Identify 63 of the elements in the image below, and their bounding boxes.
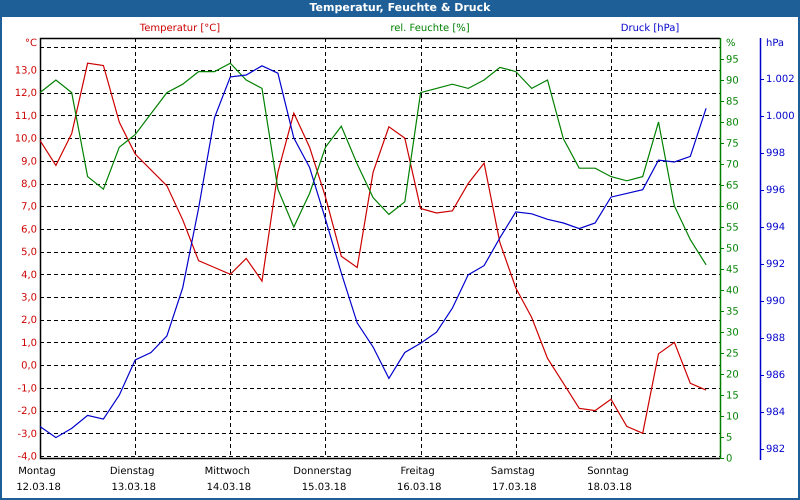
tick-label: 3,0 (21, 292, 37, 304)
tick-label: 30 (726, 328, 739, 338)
tick-label: 35 (726, 306, 739, 318)
day-label: Mittwoch 14.03.18 (204, 466, 252, 493)
axis-title: rel. Feuchte [%] (390, 23, 470, 34)
tick-label: 13,0 (14, 66, 37, 76)
tick-label: 1,0 (21, 338, 37, 349)
tick-label: 80 (726, 118, 739, 128)
axis-unit: % (726, 38, 736, 49)
tick-label: 90 (726, 76, 739, 86)
tick-label: 0 (726, 454, 732, 464)
tick-label: -2,0 (17, 406, 37, 418)
tick-label: 4,0 (21, 270, 37, 281)
tick-label: 95 (726, 54, 739, 66)
axis-unit: hPa (766, 38, 784, 49)
tick-label: 25 (726, 348, 739, 360)
axis-title: Temperatur [°C] (140, 23, 220, 34)
tick-label: 996 (766, 185, 786, 196)
tick-label: 994 (766, 222, 786, 234)
tick-label: 75 (726, 138, 739, 150)
tick-label: 992 (766, 259, 786, 270)
tick-label: -3,0 (17, 428, 37, 440)
day-label: Samstag 17.03.18 (490, 466, 537, 493)
tick-label: 85 (726, 96, 739, 108)
tick-label: 988 (766, 333, 786, 344)
tick-label: 8,0 (21, 179, 37, 190)
tick-label: 2,0 (21, 315, 37, 326)
tick-label: 60 (726, 202, 739, 212)
tick-label: 5,0 (21, 247, 37, 258)
tick-label: 998 (766, 148, 786, 160)
tick-label: 984 (766, 407, 786, 418)
tick-label: 9,0 (21, 156, 37, 168)
tick-label: 12,0 (14, 88, 37, 100)
tick-label: 10 (726, 412, 739, 422)
day-label: Montag 12.03.18 (16, 466, 61, 493)
axis-unit: °C (25, 38, 37, 49)
tick-label: 15 (726, 390, 739, 402)
tick-label: 5 (726, 432, 732, 444)
day-label: Donnerstag 15.03.18 (293, 466, 352, 493)
tick-label: 7,0 (21, 202, 37, 213)
tick-label: 982 (766, 444, 786, 456)
tick-label: 1.002 (766, 74, 795, 86)
tick-label: 65 (726, 180, 739, 192)
day-label: Freitag 16.03.18 (396, 466, 442, 493)
day-label: Dienstag 13.03.18 (110, 466, 156, 493)
tick-label: 55 (726, 222, 739, 234)
tick-label: -4,0 (17, 451, 37, 462)
tick-label: 11,0 (14, 110, 37, 122)
tick-label: 70 (726, 160, 739, 170)
tick-label: -1,0 (17, 383, 37, 394)
tick-label: 40 (726, 286, 739, 296)
axis-title: Druck [hPa] (620, 23, 680, 34)
tick-label: 50 (726, 244, 739, 254)
day-label: Sonntag 18.03.18 (587, 466, 632, 493)
tick-label: 6,0 (21, 224, 37, 236)
tick-label: 0,0 (21, 360, 37, 372)
tick-label: 1.000 (766, 111, 795, 122)
tick-label: 986 (766, 370, 786, 382)
tick-label: 990 (766, 296, 786, 308)
window-title: Temperatur, Feuchte & Druck (2, 0, 798, 17)
tick-label: 10,0 (14, 134, 37, 145)
tick-label: 45 (726, 264, 739, 276)
tick-label: 20 (726, 370, 739, 380)
